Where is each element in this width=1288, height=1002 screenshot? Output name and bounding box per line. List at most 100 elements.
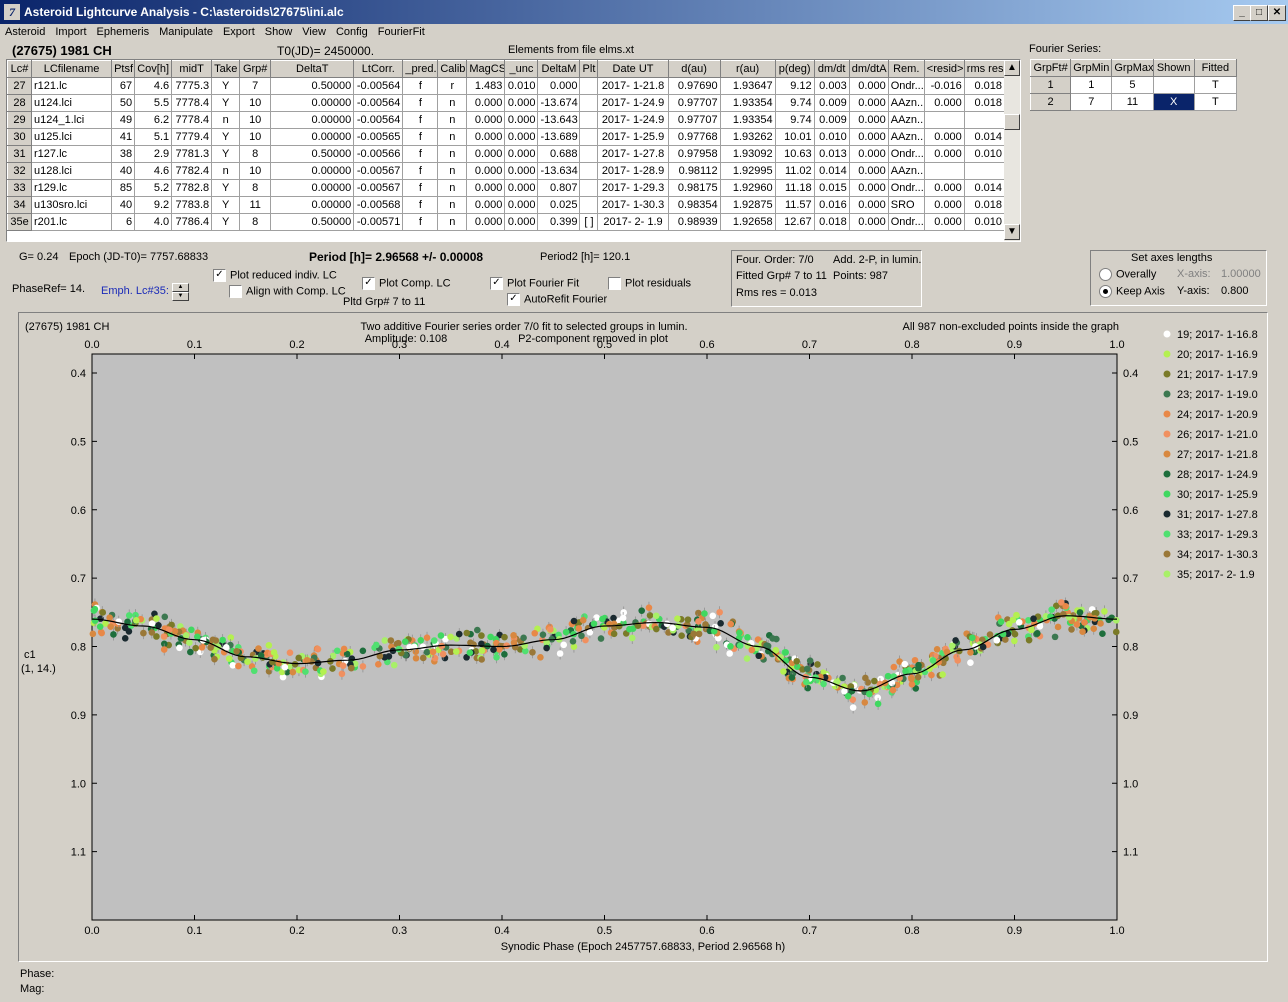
lc-row-header[interactable]: 29 (7, 111, 33, 129)
lc-cell[interactable]: 1.93647 (719, 77, 776, 95)
lc-cell[interactable]: -0.00564 (353, 77, 404, 95)
lc-cell[interactable]: u128.lci (31, 162, 113, 180)
fourier-cell[interactable]: 5 (1111, 76, 1154, 94)
lc-cell[interactable]: 0.000 (466, 162, 506, 180)
lc-cell[interactable]: n (437, 162, 468, 180)
lc-col-header[interactable]: Grp# (239, 60, 272, 78)
lc-table-row[interactable]: 32 u128.lci 40 4.6 7782.4 n 10 0.00000 -0.00567 f… (7, 162, 1006, 180)
lc-cell[interactable]: 0.000 (466, 179, 506, 197)
lc-cell[interactable]: 6 (111, 213, 136, 231)
lc-cell[interactable]: 10 (239, 94, 272, 112)
lc-cell[interactable]: AAzn... (887, 162, 925, 180)
fourier-cell[interactable] (1152, 76, 1195, 94)
lc-cell[interactable]: -0.016 (923, 77, 965, 95)
close-button[interactable]: ✕ (1268, 5, 1286, 21)
lc-col-header[interactable]: Date UT (597, 60, 669, 78)
lc-table-scrollbar[interactable]: ▲ ▼ (1004, 60, 1020, 241)
lc-cell[interactable]: n (211, 162, 241, 180)
lc-cell[interactable]: 0.000 (848, 94, 889, 112)
lc-cell[interactable]: 8 (239, 213, 272, 231)
scroll-thumb[interactable] (1004, 114, 1020, 130)
lc-cell[interactable]: u124.lci (31, 94, 113, 112)
lc-cell[interactable]: 0.000 (466, 213, 506, 231)
lc-cell[interactable]: f (402, 179, 439, 197)
lc-cell[interactable]: -0.00571 (353, 213, 404, 231)
lc-table-row[interactable]: 30 u125.lci 41 5.1 7779.4 Y 10 0.00000 -0.00565 f… (7, 128, 1006, 146)
lc-cell[interactable]: 11 (239, 196, 272, 214)
lc-col-header[interactable]: Take (211, 60, 241, 78)
lc-cell[interactable]: n (437, 111, 468, 129)
lc-cell[interactable]: u125.lci (31, 128, 113, 146)
plot-reduced-checkbox[interactable]: ✓ Plot reduced indiv. LC (213, 269, 337, 282)
lc-cell[interactable] (579, 94, 599, 112)
minimize-button[interactable]: _ (1233, 5, 1251, 21)
lc-cell[interactable]: 11.18 (774, 179, 815, 197)
lc-cell[interactable]: Y (211, 77, 241, 95)
lc-row-header[interactable]: 34 (7, 196, 33, 214)
lc-cell[interactable]: 0.010 (813, 128, 850, 146)
lc-cell[interactable]: [ ] (579, 213, 599, 231)
lc-cell[interactable]: 0.018 (963, 196, 1006, 214)
lc-table-row[interactable]: 35e r201.lc 6 4.0 7786.4 Y 8 0.50000 -0.00571 f n 0… (7, 213, 1006, 231)
lc-cell[interactable]: 50 (111, 94, 136, 112)
fourier-cell[interactable]: T (1193, 76, 1238, 94)
lc-cell[interactable]: 11.57 (774, 196, 815, 214)
fourier-cell[interactable]: T (1193, 93, 1238, 111)
lc-cell[interactable]: 67 (111, 77, 136, 95)
fourier-row[interactable]: 2 7 11 X T (1029, 93, 1238, 111)
plot-panel[interactable]: (27675) 1981 CH Two additive Fourier ser… (18, 312, 1268, 962)
lc-cell[interactable]: 9.12 (774, 77, 815, 95)
lc-cell[interactable]: 0.000 (504, 145, 539, 163)
lc-cell[interactable]: 2017- 1-29.3 (597, 179, 669, 197)
lc-cell[interactable] (579, 162, 599, 180)
lc-cell[interactable]: 0.000 (466, 128, 506, 146)
lc-cell[interactable]: 7 (239, 77, 272, 95)
lc-col-header[interactable]: DeltaT (270, 60, 355, 78)
lc-table-row[interactable]: 34 u130sro.lci 40 9.2 7783.8 Y 11 0.00000 -0.005… (7, 196, 1006, 214)
lc-cell[interactable]: n (437, 94, 468, 112)
lc-table-row[interactable]: 29 u124_1.lci 49 6.2 7778.4 n 10 0.00000 -0.0056… (7, 111, 1006, 129)
menu-view[interactable]: View (297, 24, 331, 41)
lc-row-header[interactable]: 30 (7, 128, 33, 146)
lc-cell[interactable]: 0.000 (537, 77, 581, 95)
lc-cell[interactable]: 11.02 (774, 162, 815, 180)
lc-col-header[interactable]: <resid> (923, 60, 965, 78)
fourier-cell[interactable]: 7 (1070, 93, 1113, 111)
lc-cell[interactable]: -13.634 (537, 162, 581, 180)
lc-cell[interactable]: Y (211, 145, 241, 163)
lc-cell[interactable]: Ondr... (887, 145, 925, 163)
align-comp-checkbox[interactable]: Align with Comp. LC (229, 285, 346, 298)
scroll-down-icon[interactable]: ▼ (1004, 224, 1020, 240)
lc-cell[interactable]: 0.000 (466, 111, 506, 129)
fourier-col-header[interactable]: GrpFt# (1029, 59, 1072, 77)
lc-cell[interactable]: Y (211, 179, 241, 197)
lc-cell[interactable]: 2.9 (134, 145, 173, 163)
lc-cell[interactable]: 1.93354 (719, 111, 776, 129)
fourier-row-header[interactable]: 2 (1029, 93, 1072, 111)
lc-cell[interactable]: 4.6 (134, 162, 173, 180)
lc-cell[interactable]: 0.014 (963, 128, 1006, 146)
lc-cell[interactable]: 0.98112 (667, 162, 721, 180)
lc-cell[interactable]: 0.000 (466, 145, 506, 163)
lc-cell[interactable]: SRO (887, 196, 925, 214)
lc-cell[interactable]: 0.000 (923, 128, 965, 146)
lightcurve-plot[interactable]: (27675) 1981 CH Two additive Fourier ser… (19, 313, 1267, 961)
maximize-button[interactable]: □ (1250, 5, 1268, 21)
lc-cell[interactable]: 49 (111, 111, 136, 129)
lc-cell[interactable]: 1.93092 (719, 145, 776, 163)
lc-table-row[interactable]: 33 r129.lc 85 5.2 7782.8 Y 8 0.00000 -0.00567 f n 0… (7, 179, 1006, 197)
lc-cell[interactable]: 0.003 (813, 77, 850, 95)
lc-cell[interactable]: 0.014 (963, 179, 1006, 197)
menu-show[interactable]: Show (260, 24, 298, 41)
lc-cell[interactable]: 0.000 (504, 111, 539, 129)
lc-cell[interactable]: Y (211, 213, 241, 231)
lc-table-row[interactable]: 31 r127.lc 38 2.9 7781.3 Y 8 0.50000 -0.00566 f n 0… (7, 145, 1006, 163)
lc-cell[interactable] (579, 128, 599, 146)
lc-cell[interactable]: 0.016 (813, 196, 850, 214)
lc-col-header[interactable]: Ptsf (111, 60, 136, 78)
lc-cell[interactable] (923, 111, 965, 129)
lc-cell[interactable]: 0.000 (848, 111, 889, 129)
lc-row-header[interactable]: 27 (7, 77, 33, 95)
lc-cell[interactable]: 2017- 1-21.8 (597, 77, 669, 95)
lc-cell[interactable]: 6.2 (134, 111, 173, 129)
